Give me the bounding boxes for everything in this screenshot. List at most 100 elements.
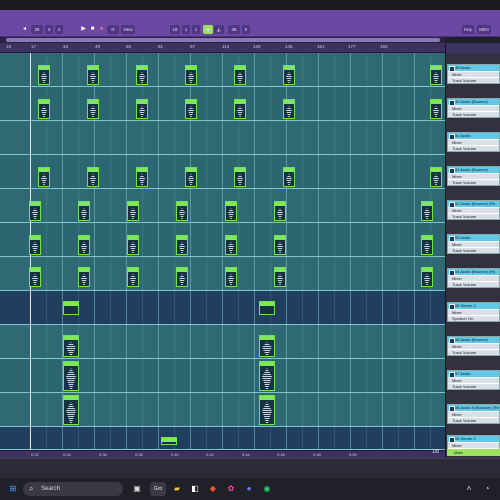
- audio-clip[interactable]: [29, 267, 41, 287]
- audio-clip[interactable]: [185, 167, 197, 187]
- automation-dropdown[interactable]: Speaker On: [448, 315, 499, 321]
- audio-clip[interactable]: [87, 167, 99, 187]
- track-header[interactable]: 51 Audio (Bounce) Mixer Track Volume: [447, 166, 500, 186]
- track-name[interactable]: 58 Audio 8 (Bounce) (Re: [448, 405, 499, 412]
- track-header[interactable]: 52 Audio (Bounce) (Re Mixer Track Volume: [447, 200, 500, 220]
- file-explorer-icon[interactable]: ▰: [170, 482, 184, 496]
- main-track[interactable]: Main: [447, 449, 500, 456]
- track-name[interactable]: 59 Serum 2: [448, 436, 499, 443]
- audio-clip[interactable]: [225, 267, 237, 287]
- audio-clip[interactable]: [225, 235, 237, 255]
- audio-clip[interactable]: [176, 201, 188, 221]
- track-name[interactable]: 55 Serum 2: [448, 303, 499, 310]
- track-name[interactable]: 49 Audio (Bounce): [448, 99, 499, 106]
- track-header[interactable]: 53 Audio Mixer Track Volume: [447, 234, 500, 254]
- automation-dropdown[interactable]: Track Volume: [448, 417, 499, 423]
- taskbar-search[interactable]: ⌕ Search: [23, 482, 123, 496]
- loop-length[interactable]: 35: [228, 25, 240, 34]
- stop-button[interactable]: ■: [88, 25, 97, 34]
- previous-icon[interactable]: ◂: [20, 25, 29, 34]
- audio-clip[interactable]: [38, 65, 50, 85]
- position-bar[interactable]: 18: [170, 25, 180, 34]
- windows-start-icon[interactable]: ⊞: [6, 482, 20, 496]
- automation-dropdown[interactable]: Track Volume: [448, 111, 499, 117]
- audio-clip[interactable]: [274, 235, 286, 255]
- follow-icon[interactable]: ◆: [203, 25, 213, 34]
- midi-clip[interactable]: [63, 301, 79, 315]
- audio-clip[interactable]: [430, 167, 442, 187]
- midi-clip[interactable]: [161, 437, 177, 445]
- automation-dropdown[interactable]: Track Volume: [448, 349, 499, 355]
- loop-offset[interactable]: 0: [242, 25, 250, 34]
- audio-clip[interactable]: [274, 201, 286, 221]
- network-icon[interactable]: ◔: [480, 482, 494, 496]
- audio-clip[interactable]: [421, 267, 433, 287]
- automation-dropdown[interactable]: Track Volume: [448, 281, 499, 287]
- discord-icon[interactable]: ●: [242, 482, 256, 496]
- audio-clip[interactable]: [259, 395, 275, 425]
- track-name[interactable]: 56 Audio (Bounce): [448, 337, 499, 344]
- audio-clip[interactable]: [78, 201, 90, 221]
- signature-denominator[interactable]: 4: [55, 25, 63, 34]
- track-name[interactable]: 49 Audio: [448, 65, 499, 72]
- audio-clip[interactable]: [225, 201, 237, 221]
- audio-clip[interactable]: [136, 65, 148, 85]
- automation-dropdown[interactable]: Track Volume: [448, 383, 499, 389]
- audio-clip[interactable]: [29, 201, 41, 221]
- audio-clip[interactable]: [38, 99, 50, 119]
- time-ruler[interactable]: 0:32 0:34 0:36 0:38 0:40 0:42 0:44 0:46 …: [0, 450, 445, 458]
- record-button[interactable]: ●: [97, 25, 106, 34]
- audio-clip[interactable]: [430, 99, 442, 119]
- audio-clip[interactable]: [185, 99, 197, 119]
- scroll-thumb[interactable]: [6, 38, 440, 42]
- automation-dropdown[interactable]: Track Volume: [448, 77, 499, 83]
- automation-dropdown[interactable]: Track Volume: [448, 179, 499, 185]
- track-name[interactable]: 52 Audio (Bounce) (Re: [448, 201, 499, 208]
- audio-clip[interactable]: [38, 167, 50, 187]
- audio-clip[interactable]: [78, 267, 90, 287]
- audio-clip[interactable]: [63, 395, 79, 425]
- automation-dropdown[interactable]: Track Volume: [448, 247, 499, 253]
- midi-button[interactable]: MIDI: [477, 25, 491, 34]
- track-name[interactable]: 50 Audio: [448, 133, 499, 140]
- audio-clip[interactable]: [63, 335, 79, 357]
- chevron-up-icon[interactable]: ˄: [462, 482, 476, 496]
- track-name[interactable]: 54 Audio (Bounce) (Hi): [448, 269, 499, 276]
- audio-clip[interactable]: [283, 65, 295, 85]
- track-name[interactable]: 53 Audio: [448, 235, 499, 242]
- track-header[interactable]: 54 Audio (Bounce) (Hi) Mixer Track Volum…: [447, 268, 500, 288]
- app-icon[interactable]: ✿: [224, 482, 238, 496]
- automation-dropdown[interactable]: Track Volume: [448, 145, 499, 151]
- audio-clip[interactable]: [185, 65, 197, 85]
- audio-clip[interactable]: [234, 167, 246, 187]
- track-header[interactable]: 49 Audio Mixer Track Volume: [447, 64, 500, 84]
- automation-dropdown[interactable]: Track Volume: [448, 213, 499, 219]
- audio-clip[interactable]: [234, 65, 246, 85]
- key-button[interactable]: Key: [462, 25, 474, 34]
- track-header[interactable]: 55 Serum 2 Mixer Speaker On: [447, 302, 500, 322]
- audio-clip[interactable]: [136, 99, 148, 119]
- audio-clip[interactable]: [87, 99, 99, 119]
- taskbar-app-label[interactable]: Gro: [150, 482, 166, 496]
- audio-clip[interactable]: [176, 235, 188, 255]
- tempo-display[interactable]: 28: [31, 25, 43, 34]
- track-name[interactable]: 57 Audio: [448, 371, 499, 378]
- signature-numerator[interactable]: 4: [45, 25, 53, 34]
- track-header[interactable]: 58 Audio 8 (Bounce) (Re Mixer Track Volu…: [447, 404, 500, 424]
- track-header[interactable]: 50 Audio Mixer Track Volume: [447, 132, 500, 152]
- position-beat[interactable]: 1: [182, 25, 190, 34]
- audio-clip[interactable]: [127, 235, 139, 255]
- midi-clip[interactable]: [259, 301, 275, 315]
- audio-clip[interactable]: [234, 99, 246, 119]
- loop-icon[interactable]: ⟳: [107, 25, 119, 34]
- audio-clip[interactable]: [283, 167, 295, 187]
- play-button[interactable]: ▶: [79, 25, 88, 34]
- position-sixteenth[interactable]: 1: [192, 25, 200, 34]
- audio-clip[interactable]: [78, 235, 90, 255]
- audio-clip[interactable]: [136, 167, 148, 187]
- audio-clip[interactable]: [63, 361, 79, 391]
- arrangement-view[interactable]: [0, 53, 445, 450]
- audio-clip[interactable]: [29, 235, 41, 255]
- audio-clip[interactable]: [430, 65, 442, 85]
- audio-clip[interactable]: [274, 267, 286, 287]
